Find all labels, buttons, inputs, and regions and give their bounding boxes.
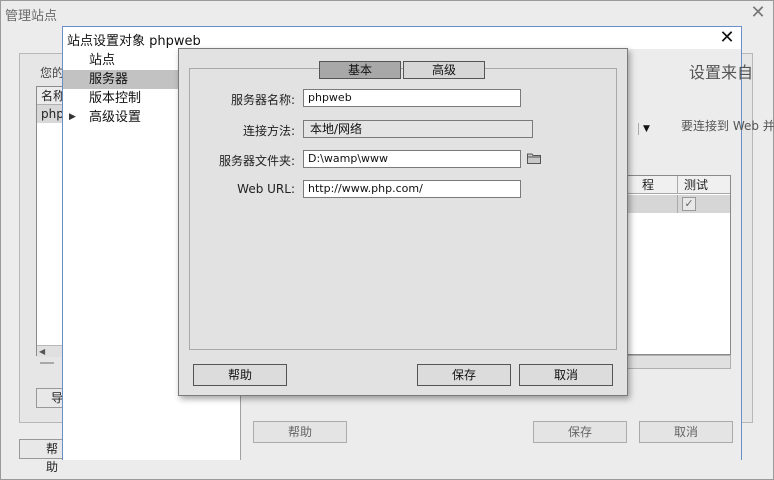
manage-sites-close-icon[interactable]: ✕	[749, 4, 767, 22]
remove-site-icon[interactable]	[40, 362, 54, 364]
servers-heading: 设置来自	[689, 63, 754, 82]
site-help-button[interactable]: 帮助	[253, 421, 347, 443]
connect-method-select[interactable]: 本地/网络 ▼	[303, 120, 650, 138]
connect-method-label: 连接方法:	[242, 124, 295, 138]
site-setup-close-icon[interactable]: ✕	[717, 28, 737, 48]
server-name-input[interactable]: phpweb	[303, 89, 521, 107]
test-checkbox[interactable]: ✓	[682, 197, 696, 211]
scroll-left-icon[interactable]: ◀	[39, 347, 45, 356]
site-cancel-button[interactable]: 取消	[639, 421, 733, 443]
nav-item-label: 站点	[89, 53, 116, 68]
remote-cell	[638, 195, 678, 213]
web-url-input[interactable]: http://www.php.com/	[303, 180, 521, 198]
site-setup-titlebar: 站点设置对象 phpweb ✕	[63, 27, 741, 49]
server-folder-label: 服务器文件夹:	[218, 154, 295, 168]
server-name-label: 服务器名称:	[230, 93, 295, 107]
site-save-button[interactable]: 保存	[533, 421, 627, 443]
servers-note: 要连接到 Web 并发	[681, 119, 774, 133]
server-folder-input[interactable]: D:\wamp\www	[303, 150, 521, 168]
column-test[interactable]: 测试	[680, 176, 730, 194]
site-list-header-name[interactable]: 名称	[37, 87, 65, 105]
manage-sites-title: 管理站点	[5, 9, 58, 24]
site-list[interactable]: 名称 php ◀	[36, 86, 65, 357]
site-list-scrollbar[interactable]: ◀	[37, 345, 65, 357]
connect-method-value: 本地/网络	[310, 122, 363, 136]
nav-item-label: 高级设置	[89, 110, 142, 125]
nav-item-label: 服务器	[89, 72, 129, 87]
server-settings-group	[189, 68, 617, 350]
server-help-button[interactable]: 帮助	[193, 364, 287, 386]
manage-sites-help-button[interactable]: 帮助	[19, 439, 67, 474]
column-remote[interactable]: 程	[638, 176, 678, 194]
server-save-button[interactable]: 保存	[417, 364, 511, 386]
nav-item-label: 版本控制	[89, 91, 142, 106]
server-dialog: 基本 高级 服务器名称: phpweb 连接方法: 本地/网络 ▼ 服务器文件夹…	[178, 48, 650, 396]
server-cancel-button[interactable]: 取消	[519, 364, 613, 386]
expand-arrow-icon[interactable]: ▶	[69, 108, 76, 127]
manage-sites-description: 您的	[40, 66, 65, 80]
web-url-label: Web URL:	[237, 182, 295, 196]
dropdown-arrow-icon[interactable]: ▼	[638, 123, 654, 135]
tab-advanced[interactable]: 高级	[403, 61, 485, 79]
browse-folder-icon[interactable]	[527, 152, 541, 164]
site-setup-title: 站点设置对象 phpweb	[67, 34, 201, 49]
site-list-row[interactable]: php	[37, 105, 65, 123]
tab-basic[interactable]: 基本	[319, 61, 401, 79]
